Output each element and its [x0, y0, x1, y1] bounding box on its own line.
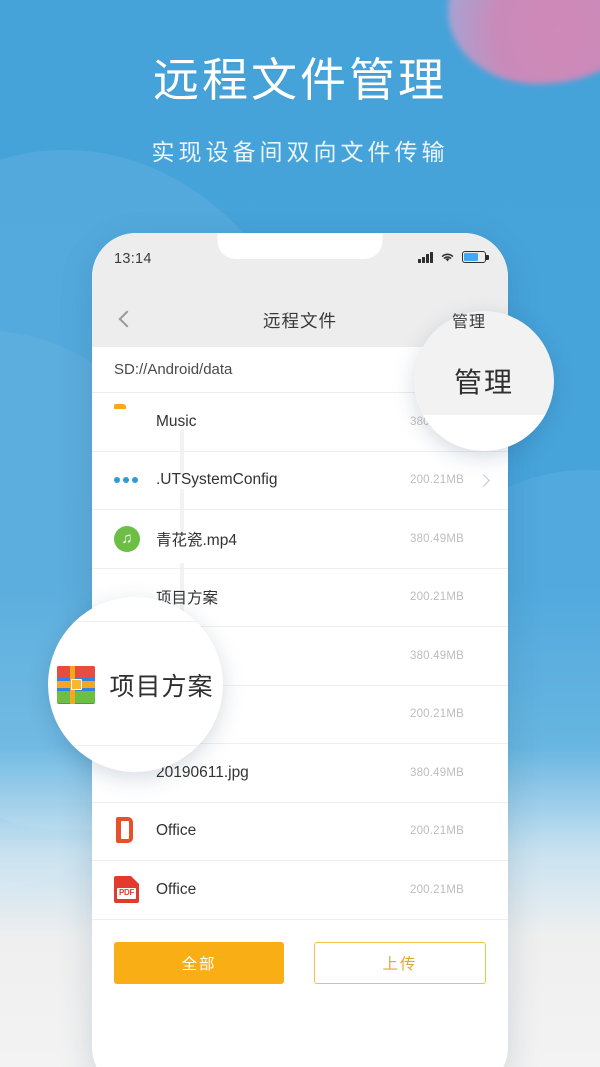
callout-manage-label: 管理 — [453, 367, 514, 398]
chevron-right-icon — [468, 534, 488, 543]
file-size: 380.49MB — [409, 649, 464, 662]
all-button[interactable]: 全部 — [114, 941, 284, 984]
file-name: Office — [156, 822, 197, 840]
chevron-right-icon — [468, 768, 488, 777]
folder-icon — [114, 408, 142, 436]
chevron-right-icon — [468, 827, 488, 836]
battery-icon — [462, 251, 489, 263]
file-name: 青花瓷.mp4 — [156, 531, 237, 549]
page-subtitle: 实现设备间双向文件传输 — [151, 138, 449, 165]
table-row[interactable]: Office 200.21MB — [92, 803, 508, 861]
phone-notch — [217, 233, 383, 259]
callout-divider-bottom — [48, 745, 223, 746]
callout-project-plan: 项目方案 — [48, 597, 223, 772]
file-size: 200.21MB — [409, 883, 464, 896]
file-size: 380.49MB — [409, 766, 464, 779]
file-name: .UTSystemConfig — [156, 471, 278, 489]
file-name: Office — [156, 880, 197, 898]
table-row[interactable]: PDF Office 200.21MB — [92, 861, 508, 920]
office-icon — [114, 817, 142, 845]
page-title: 远程文件管理 — [153, 54, 447, 106]
file-name: Music — [156, 412, 197, 430]
status-bar-time: 13:14 — [114, 251, 152, 267]
file-size: 380.49MB — [409, 532, 464, 545]
chevron-right-icon — [468, 651, 488, 660]
chevron-right-icon — [468, 593, 488, 602]
chevron-right-icon — [468, 473, 490, 487]
action-button-bar: 全部 上传 — [92, 919, 508, 984]
hero-section: 远程文件管理 实现设备间双向文件传输 — [0, 0, 600, 167]
table-row[interactable]: .UTSystemConfig 200.21MB — [92, 452, 508, 510]
file-size: 200.21MB — [409, 591, 464, 604]
chevron-right-icon — [468, 885, 488, 894]
manage-button[interactable]: 管理 — [452, 308, 486, 332]
signal-icon — [418, 251, 433, 263]
zip-icon — [57, 665, 96, 704]
callout-project-plan-label: 项目方案 — [109, 672, 214, 701]
upload-button[interactable]: 上传 — [314, 941, 486, 984]
table-row[interactable]: ♫ 青花瓷.mp4 380.49MB — [92, 510, 508, 569]
file-name: 项目方案 — [156, 590, 219, 608]
file-size: 200.21MB — [409, 825, 464, 838]
wifi-icon — [441, 253, 454, 262]
pdf-icon: PDF — [114, 875, 142, 904]
music-icon: ♫ — [114, 525, 142, 553]
chevron-right-icon — [468, 710, 488, 719]
callout-manage: 管理 — [414, 311, 554, 451]
status-bar: 13:14 — [92, 233, 508, 293]
file-size: 200.21MB — [409, 474, 464, 487]
file-name: 20190611.jpg — [156, 763, 249, 781]
dots-icon — [114, 466, 142, 494]
status-bar-icons — [418, 251, 489, 263]
file-size: 200.21MB — [409, 708, 464, 721]
callout-divider-top — [48, 621, 223, 622]
